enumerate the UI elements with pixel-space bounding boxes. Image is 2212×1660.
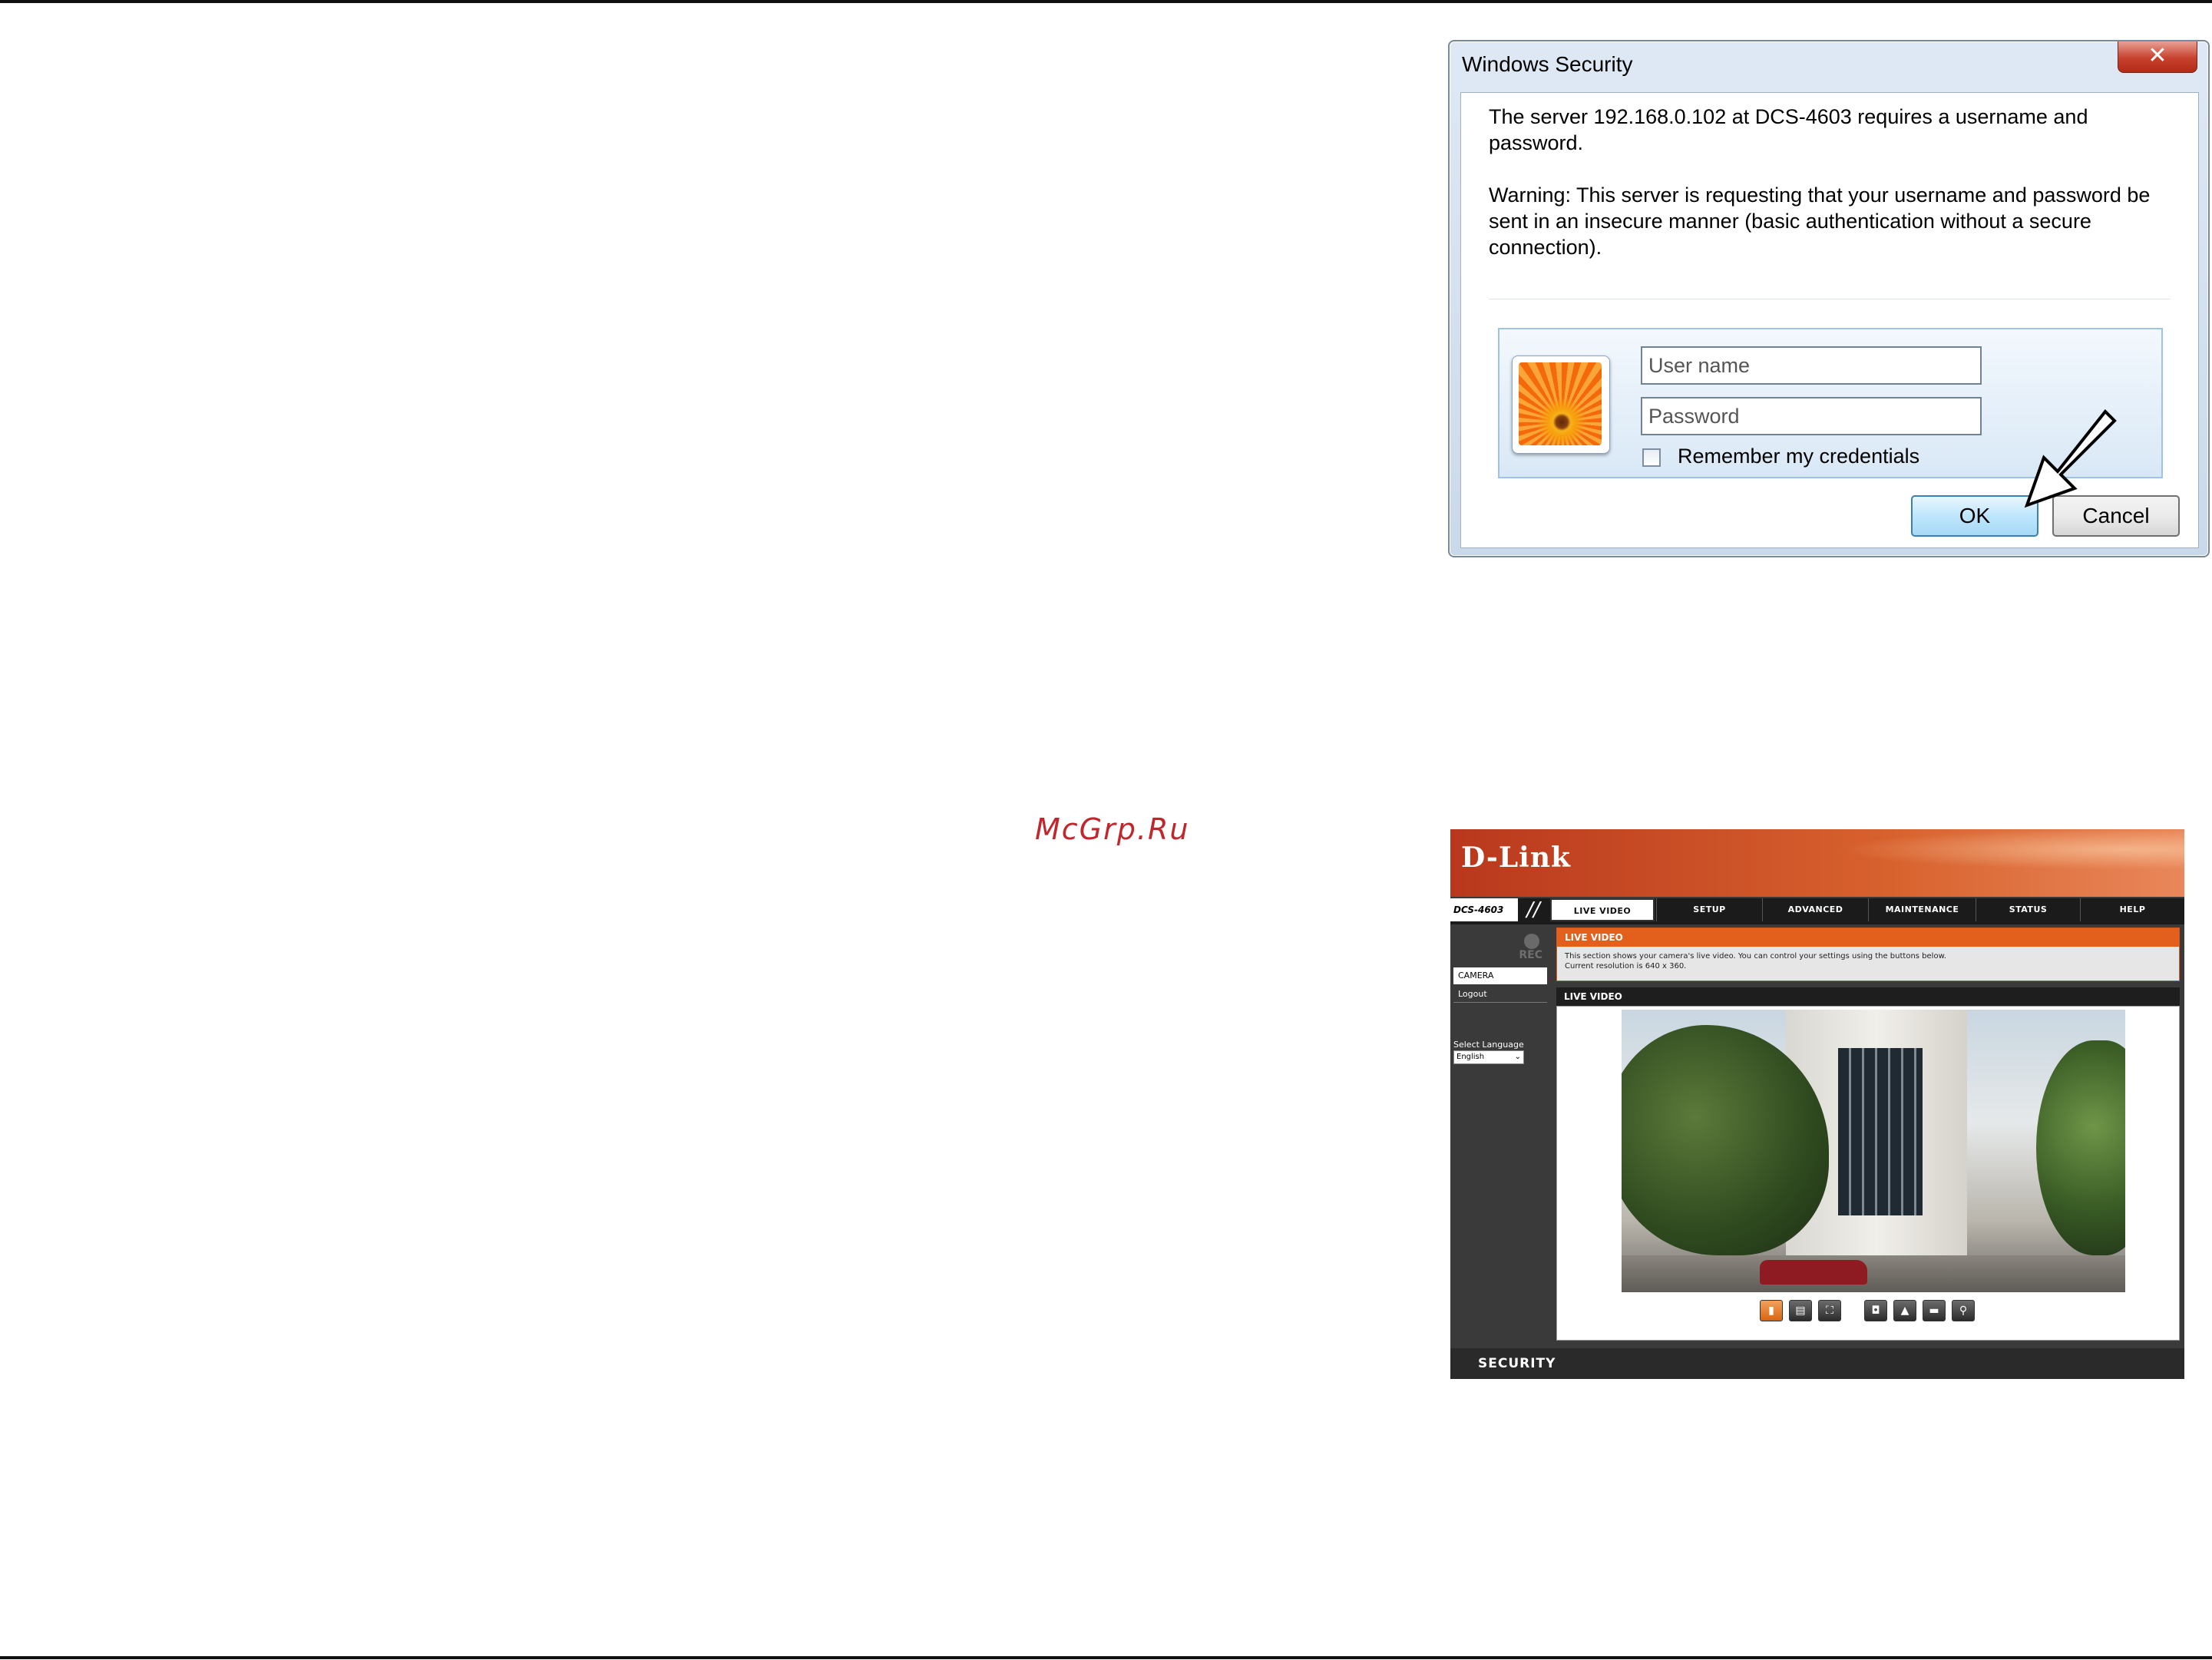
tab-help[interactable]: HELP <box>2080 898 2184 921</box>
dlink-banner: D-Link <box>1450 829 2184 897</box>
tab-setup[interactable]: SETUP <box>1656 898 1762 921</box>
record-icon[interactable]: ▲ <box>1893 1300 1916 1321</box>
language-value: English <box>1456 1053 1485 1061</box>
rec-label: REC <box>1519 949 1542 961</box>
close-button[interactable]: ✕ <box>2118 41 2197 73</box>
pointer-arrow-icon <box>2024 409 2117 508</box>
dlink-footer: SECURITY <box>1450 1348 2184 1379</box>
remember-credentials[interactable]: Remember my credentials <box>1642 445 1919 469</box>
footer-security-label: SECURITY <box>1478 1356 1556 1371</box>
video-building-window <box>1838 1048 1923 1215</box>
video-street <box>1622 1255 2125 1292</box>
info-box: LIVE VIDEO This section shows your camer… <box>1556 928 2180 981</box>
record-dot-icon <box>1524 934 1539 949</box>
top-rule <box>0 0 2212 3</box>
video-car <box>1760 1260 1867 1285</box>
watermark-text: McGrp.Ru <box>1035 812 1190 846</box>
view-icon[interactable]: ▮ <box>1760 1300 1783 1321</box>
video-tree-right <box>2036 1040 2125 1255</box>
model-label: DCS-4603 <box>1450 898 1518 921</box>
info-line-2: Current resolution is 640 x 360. <box>1565 962 1687 971</box>
dlink-sidebar: REC CAMERA Logout Select Language Englis… <box>1450 924 1550 1345</box>
live-video-panel: ▮ ▤ ⛶ ◘ ▲ ▬ ⚲ <box>1556 1006 2180 1341</box>
bottom-rule <box>0 1656 2212 1659</box>
chevron-down-icon: ⌄ <box>1514 1053 1521 1061</box>
info-line-1: This section shows your camera's live vi… <box>1565 952 1947 961</box>
tab-advanced[interactable]: ADVANCED <box>1762 898 1868 921</box>
avatar <box>1512 355 1610 454</box>
live-video-header: LIVE VIDEO <box>1556 987 2180 1006</box>
server-message: The server 192.168.0.102 at DCS-4603 req… <box>1489 105 2088 154</box>
tab-status[interactable]: STATUS <box>1976 898 2080 921</box>
profile-icon[interactable]: ▤ <box>1789 1300 1812 1321</box>
info-title: LIVE VIDEO <box>1557 928 2179 947</box>
dlink-nav-bar: DCS-4603 // LIVE VIDEO SETUP ADVANCED MA… <box>1450 898 2184 924</box>
remember-checkbox[interactable] <box>1642 448 1661 467</box>
close-icon: ✕ <box>2148 42 2167 69</box>
tab-maintenance[interactable]: MAINTENANCE <box>1868 898 1976 921</box>
insecure-warning: Warning: This server is requesting that … <box>1489 184 2151 259</box>
password-input[interactable]: Password <box>1641 397 1982 435</box>
dialog-title: Windows Security <box>1462 52 1633 76</box>
snapshot-icon[interactable]: ◘ <box>1864 1300 1887 1321</box>
dialog-button-bar: OK Cancel <box>1461 495 2198 547</box>
language-label: Select Language <box>1453 1040 1524 1050</box>
dlink-main-panel: LIVE VIDEO This section shows your camer… <box>1553 924 2184 1345</box>
tab-live-video[interactable]: LIVE VIDEO <box>1550 898 1655 921</box>
sidebar-item-camera[interactable]: CAMERA <box>1453 967 1547 984</box>
flower-avatar-icon <box>1519 362 1602 445</box>
sidebar-item-logout[interactable]: Logout <box>1453 986 1547 1003</box>
rec-indicator: REC <box>1466 929 1546 963</box>
dialog-message: The server 192.168.0.102 at DCS-4603 req… <box>1489 104 2180 286</box>
dlink-logo: D-Link <box>1461 842 1571 874</box>
video-controls: ▮ ▤ ⛶ ◘ ▲ ▬ ⚲ <box>1760 1300 1990 1323</box>
remember-label: Remember my credentials <box>1678 445 1920 468</box>
info-text: This section shows your camera's live vi… <box>1557 947 2179 976</box>
live-video-feed[interactable] <box>1622 1010 2125 1292</box>
username-input[interactable]: User name <box>1641 346 1982 385</box>
dlink-camera-ui: D-Link DCS-4603 // LIVE VIDEO SETUP ADVA… <box>1450 829 2184 1379</box>
storage-icon[interactable]: ▬ <box>1923 1300 1946 1321</box>
zoom-icon[interactable]: ⚲ <box>1952 1300 1975 1321</box>
fullscreen-icon[interactable]: ⛶ <box>1818 1300 1841 1321</box>
nav-slash-divider: // <box>1526 898 1540 921</box>
language-select[interactable]: English ⌄ <box>1453 1050 1524 1064</box>
